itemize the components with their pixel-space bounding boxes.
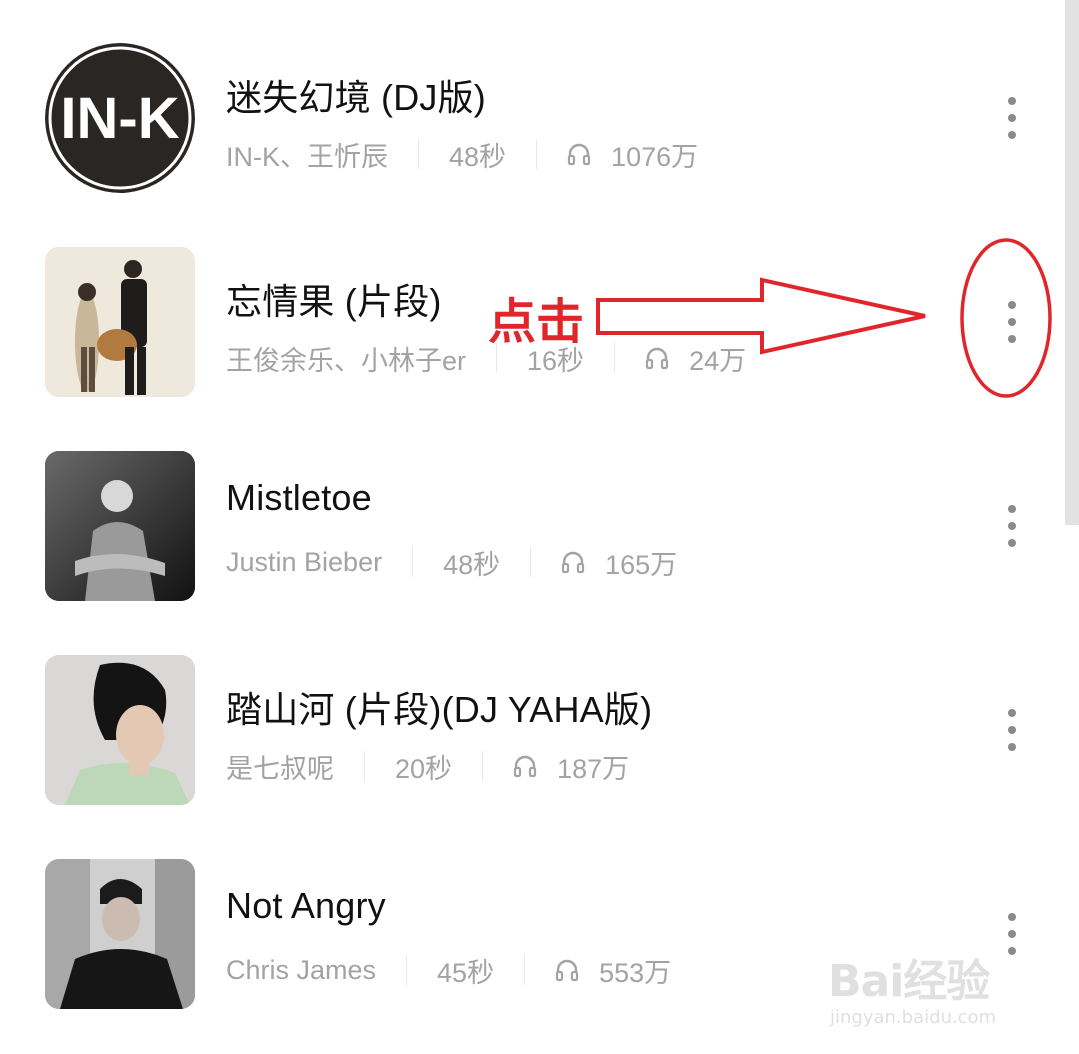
song-row[interactable]: IN-K 迷失幻境 (DJ版) IN-K、王忻辰 48秒 1076万 (0, 43, 1060, 193)
duration: 20秒 (395, 753, 453, 784)
more-vertical-icon[interactable] (992, 93, 1032, 143)
headphones-icon (555, 958, 579, 982)
divider (614, 343, 616, 373)
divider (530, 547, 532, 577)
song-title: 迷失幻境 (DJ版) (226, 77, 486, 118)
song-title: 忘情果 (片段) (226, 281, 442, 322)
song-meta: Chris James 45秒 553万 (226, 953, 672, 988)
artist-name: 王俊余乐、小林子er (226, 345, 467, 376)
song-meta: Justin Bieber 48秒 165万 (226, 545, 678, 580)
headphones-icon (567, 142, 591, 166)
artist-name: IN-K、王忻辰 (226, 141, 388, 172)
more-vertical-icon[interactable] (992, 705, 1032, 755)
annotation-label: 点击 (488, 294, 585, 350)
more-vertical-icon[interactable] (992, 501, 1032, 551)
divider (418, 139, 419, 169)
divider (412, 547, 414, 577)
album-cover (45, 655, 195, 805)
song-list: IN-K 迷失幻境 (DJ版) IN-K、王忻辰 48秒 1076万 忘情果 (… (0, 0, 1079, 1054)
song-title: Not Angry (226, 885, 386, 926)
duration: 48秒 (443, 549, 501, 580)
artist-name: 是七叔呢 (226, 753, 334, 784)
song-title: Mistletoe (226, 477, 372, 518)
headphones-icon (513, 754, 537, 778)
watermark-url: jingyan.baidu.com (830, 1007, 997, 1028)
duration: 45秒 (437, 957, 495, 988)
song-meta: 王俊余乐、小林子er 16秒 24万 (226, 341, 747, 376)
play-count: 553万 (599, 957, 672, 988)
divider (482, 751, 484, 781)
divider (536, 139, 538, 169)
song-meta: IN-K、王忻辰 48秒 1076万 (226, 137, 699, 172)
watermark: Bai经验 jingyan.baidu.com (828, 945, 1028, 1035)
headphones-icon (561, 550, 585, 574)
play-count: 165万 (605, 549, 678, 580)
divider (406, 955, 408, 985)
divider (524, 955, 526, 985)
headphones-icon (645, 346, 669, 370)
album-cover (45, 247, 195, 397)
duration: 48秒 (449, 141, 507, 172)
play-count: 1076万 (611, 141, 699, 172)
scrollbar[interactable] (1065, 0, 1079, 525)
watermark-logo: Bai经验 (828, 956, 990, 1007)
cover-logo: IN-K (60, 86, 179, 151)
play-count: 24万 (689, 345, 747, 376)
song-row[interactable]: 踏山河 (片段)(DJ YAHA版) 是七叔呢 20秒 187万 (0, 655, 1060, 805)
album-cover (45, 859, 195, 1009)
artist-name: Justin Bieber (226, 546, 383, 577)
more-vertical-icon[interactable] (992, 297, 1032, 347)
album-cover: IN-K (45, 43, 195, 193)
song-title: 踏山河 (片段)(DJ YAHA版) (226, 689, 653, 730)
divider (364, 751, 365, 781)
play-count: 187万 (557, 753, 630, 784)
album-cover (45, 451, 195, 601)
song-row[interactable]: Mistletoe Justin Bieber 48秒 165万 (0, 451, 1060, 601)
artist-name: Chris James (226, 954, 377, 985)
song-meta: 是七叔呢 20秒 187万 (226, 749, 630, 784)
